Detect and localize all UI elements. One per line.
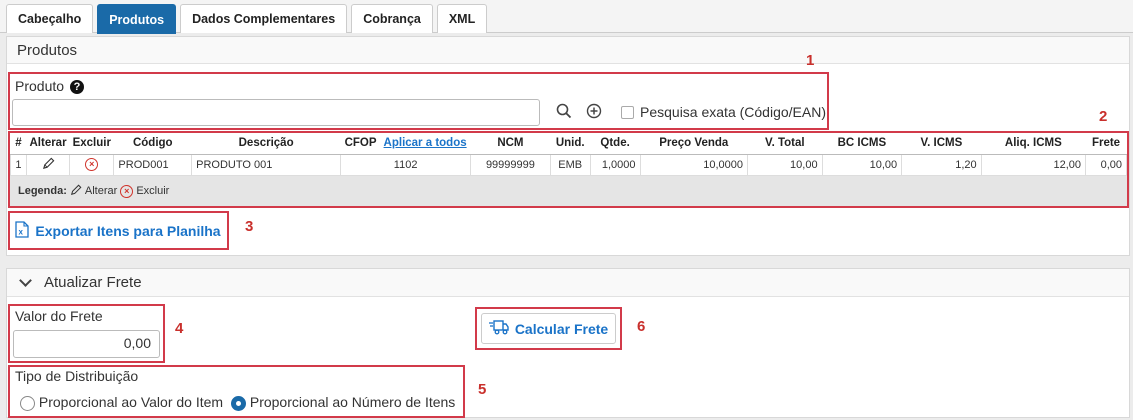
radio-valor-item[interactable] [20,395,35,411]
tab-bar: Cabeçalho Produtos Dados Complementares … [0,0,1133,34]
tipo-distribuicao-label: Tipo de Distribuição [15,368,139,384]
cell-unid: EMB [549,153,591,176]
calcular-frete-label: Calcular Frete [514,320,609,337]
export-spreadsheet-button[interactable]: x Exportar Itens para Planilha [14,216,222,245]
col-aliq-icms[interactable]: Aliq. ICMS [981,133,1086,155]
cell-alterar [25,153,71,176]
marker-2: 2 [1099,108,1108,125]
tab-dados-complementares[interactable]: Dados Complementares [180,4,348,33]
tab-cobranca[interactable]: Cobrança [351,4,433,33]
col-alterar: Alterar [26,133,70,155]
tab-xml[interactable]: XML [436,4,488,33]
col-cfop: CFOP Aplicar a todos [340,133,471,155]
cell-v-icms: 1,20 [901,153,982,176]
cell-aliq-icms: 12,00 [980,153,1087,176]
col-preco-venda[interactable]: Preço Venda [640,133,748,155]
legend-excluir: Excluir [136,185,170,197]
legend-pencil-icon [70,184,82,199]
col-frete[interactable]: Frete [1085,133,1127,155]
legend-delete-icon: × [120,184,134,198]
export-button-label: Exportar Itens para Planilha [35,222,221,239]
col-codigo[interactable]: Código [113,133,192,155]
radio-group-distribuicao: Proporcional ao Valor do Item Proporcion… [20,394,455,411]
legend-prefix: Legenda: [18,185,67,197]
valor-frete-input[interactable]: 0,00 [13,330,160,358]
radio-numero-itens[interactable] [230,395,246,411]
pesquisa-exata-label: Pesquisa exata (Código/EAN) [640,104,826,120]
cell-cfop: 1102 [340,153,472,176]
col-v-total[interactable]: V. Total [747,133,823,155]
tab-cabecalho[interactable]: Cabeçalho [6,4,94,33]
cell-num: 1 [10,153,27,176]
frete-panel-header[interactable]: Atualizar Frete [7,269,1129,297]
marker-6: 6 [637,318,646,335]
valor-frete-label: Valor do Frete [15,308,103,324]
pesquisa-exata-checkbox[interactable] [621,106,634,119]
produto-label-text: Produto [15,78,65,94]
excel-file-icon: x [15,220,30,241]
option-numero-itens-label: Proporcional ao Número de Itens [249,394,456,410]
option-valor-item[interactable]: Proporcional ao Valor do Item [20,394,227,411]
produto-label: Produto ? [15,78,84,94]
table-row: 1 × PROD001 PRODUTO 001 1102 99999999 EM… [10,153,1127,176]
delete-circle-icon[interactable]: × [85,158,99,171]
cell-preco-venda: 10,0000 [639,153,749,176]
marker-5: 5 [478,381,487,398]
frete-panel-title: Atualizar Frete [44,274,142,291]
pencil-icon[interactable] [42,157,55,173]
calcular-frete-button[interactable]: Calcular Frete [481,313,616,344]
marker-1: 1 [806,52,815,69]
cell-codigo: PROD001 [113,153,193,176]
table-legend: Legenda: Alterar × Excluir [10,176,1127,206]
cell-descricao: PRODUTO 001 [191,153,342,176]
col-bc-icms[interactable]: BC ICMS [822,133,902,155]
table-header-row: # Alterar Excluir Código Descrição CFOP … [10,133,1127,155]
marker-4: 4 [175,320,184,337]
add-circle-icon[interactable] [586,103,602,122]
legend-alterar: Alterar [84,185,118,197]
option-numero-itens[interactable]: Proporcional ao Número de Itens [230,394,456,411]
col-excluir: Excluir [69,133,114,155]
col-unid[interactable]: Unid. [550,133,591,155]
cell-excluir: × [69,153,115,176]
svg-text:x: x [19,227,24,236]
marker-3: 3 [245,218,254,235]
cell-v-total: 10,00 [747,153,823,176]
truck-icon [488,319,509,338]
tab-produtos[interactable]: Produtos [97,4,177,34]
option-valor-item-label: Proporcional ao Valor do Item [38,394,224,410]
cell-bc-icms: 10,00 [821,153,903,176]
col-num: # [10,133,27,155]
cell-qtde: 1,0000 [589,153,641,176]
chevron-down-icon[interactable] [19,274,32,287]
col-descricao[interactable]: Descrição [191,133,341,155]
search-icon[interactable] [556,103,572,122]
produtos-panel-title: Produtos [7,37,1129,64]
produto-search-input[interactable] [12,99,540,126]
cell-frete: 0,00 [1085,153,1127,176]
products-table: # Alterar Excluir Código Descrição CFOP … [10,133,1127,176]
col-qtde[interactable]: Qtde. [590,133,641,155]
cell-ncm: 99999999 [470,153,551,176]
help-icon[interactable]: ? [69,80,84,94]
cfop-label: CFOP [344,137,377,150]
col-v-icms[interactable]: V. ICMS [901,133,982,155]
col-ncm[interactable]: NCM [470,133,551,155]
aplicar-a-todos-link[interactable]: Aplicar a todos [384,137,467,149]
